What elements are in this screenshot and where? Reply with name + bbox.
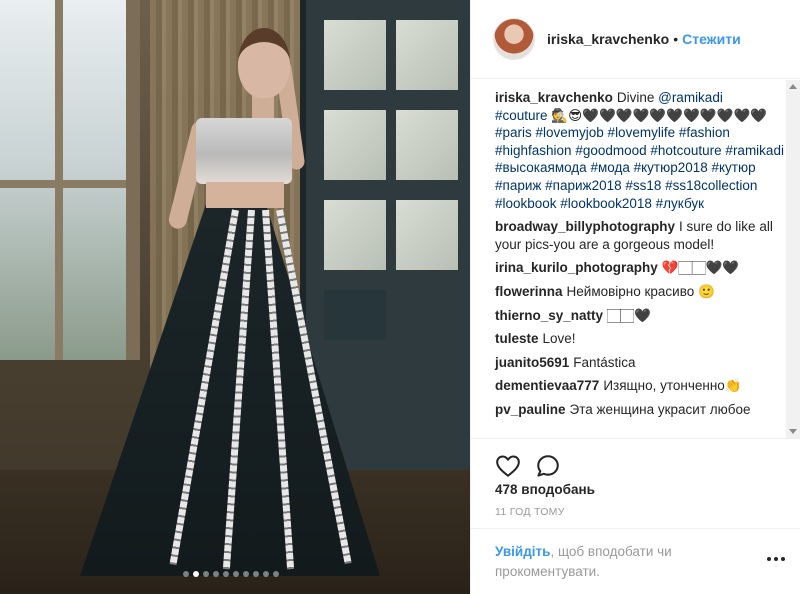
carousel-dot[interactable] (243, 571, 249, 577)
more-options-icon[interactable] (767, 557, 785, 563)
comment-item: juanito5691 Fantástica (495, 354, 785, 372)
comment-item: irina_kurilo_photography 💔🏻🏻🖤🖤 (495, 259, 785, 277)
comment-item: thierno_sy_natty 🏻🏻🖤 (495, 307, 785, 325)
login-prompt: Увійдіть, щоб вподобати чи прокоментуват… (471, 528, 800, 594)
login-link[interactable]: Увійдіть (495, 544, 550, 559)
comment-text: 🏻🏻🖤 (607, 307, 651, 323)
comment-item: pv_pauline Эта женщина украсит любое (495, 401, 785, 419)
comment-item: broadway_billyphotography I sure do like … (495, 218, 785, 253)
comment-username[interactable]: juanito5691 (495, 355, 569, 370)
comment-text: Love! (542, 331, 576, 347)
comment-item: dementievaa777 Изящно, утонченно👏 (495, 377, 785, 395)
comment-text: 💔🏻🏻🖤🖤 (661, 260, 740, 276)
caption-emoji: 🕵️😎🖤🖤🖤🖤🖤🖤🖤🖤🖤🖤🖤 (547, 107, 768, 123)
carousel-dot[interactable] (193, 571, 199, 577)
caption-hashtags[interactable]: #paris #lovemyjob #lovemylife #fashion #… (495, 125, 784, 210)
photo-window (0, 0, 140, 360)
comment-username[interactable]: tuleste (495, 331, 539, 346)
comment-username[interactable]: dementievaa777 (495, 378, 599, 393)
caption-username[interactable]: iriska_kravchenko (495, 90, 613, 105)
carousel-dot[interactable] (213, 571, 219, 577)
header-separator: • (673, 31, 679, 47)
comment-text: Fantástica (573, 354, 636, 370)
instagram-post: iriska_kravchenko • Стежити iriska_kravc… (0, 0, 800, 594)
photo-crop-top (196, 118, 292, 184)
comment-text: Изящно, утонченно👏 (603, 378, 742, 394)
post-actions (471, 438, 800, 479)
post-side-panel: iriska_kravchenko • Стежити iriska_kravc… (470, 0, 800, 594)
comment-item: tuleste Love! (495, 330, 785, 348)
comment-username[interactable]: broadway_billyphotography (495, 219, 675, 234)
carousel-dot[interactable] (203, 571, 209, 577)
caption-text: Divine (616, 90, 659, 105)
heart-outline-icon[interactable] (495, 453, 521, 479)
comment-username[interactable]: flowerinna (495, 284, 563, 299)
comment-username[interactable]: thierno_sy_natty (495, 308, 603, 323)
carousel-dot[interactable] (253, 571, 259, 577)
caption: iriska_kravchenko Divine @ramikadi #coutu… (495, 89, 785, 212)
carousel-dot[interactable] (183, 571, 189, 577)
photo-model-head (238, 28, 290, 98)
post-header: iriska_kravchenko • Стежити (471, 0, 800, 79)
post-time[interactable]: 11 ГОД ТОМУ (495, 506, 565, 518)
speech-bubble-icon[interactable] (535, 453, 561, 479)
carousel-dot[interactable] (223, 571, 229, 577)
comment-item: flowerinna Неймовірно красиво 🙂 (495, 283, 785, 301)
carousel-dot[interactable] (273, 571, 279, 577)
scroll-down-icon[interactable] (789, 429, 797, 434)
comments-list[interactable]: iriska_kravchenko Divine @ramikadi #coutu… (471, 80, 800, 438)
comment-text: Неймовірно красиво 🙂 (566, 283, 715, 299)
comment-username[interactable]: pv_pauline (495, 402, 566, 417)
caption-mention[interactable]: @ramikadi (658, 90, 723, 105)
carousel-indicator (183, 571, 279, 577)
follow-button[interactable]: Стежити (682, 31, 741, 47)
comment-username[interactable]: irina_kurilo_photography (495, 260, 658, 275)
likes-count[interactable]: 478 вподобань (495, 482, 595, 497)
comments-scrollbar[interactable] (786, 80, 800, 438)
carousel-dot[interactable] (233, 571, 239, 577)
caption-tag[interactable]: #couture (495, 108, 548, 123)
carousel-dot[interactable] (263, 571, 269, 577)
comment-text: Эта женщина украсит любое (569, 401, 751, 417)
header-username[interactable]: iriska_kravchenko (547, 31, 669, 47)
post-photo[interactable] (0, 0, 470, 594)
scroll-up-icon[interactable] (789, 84, 797, 89)
avatar[interactable] (493, 18, 535, 60)
